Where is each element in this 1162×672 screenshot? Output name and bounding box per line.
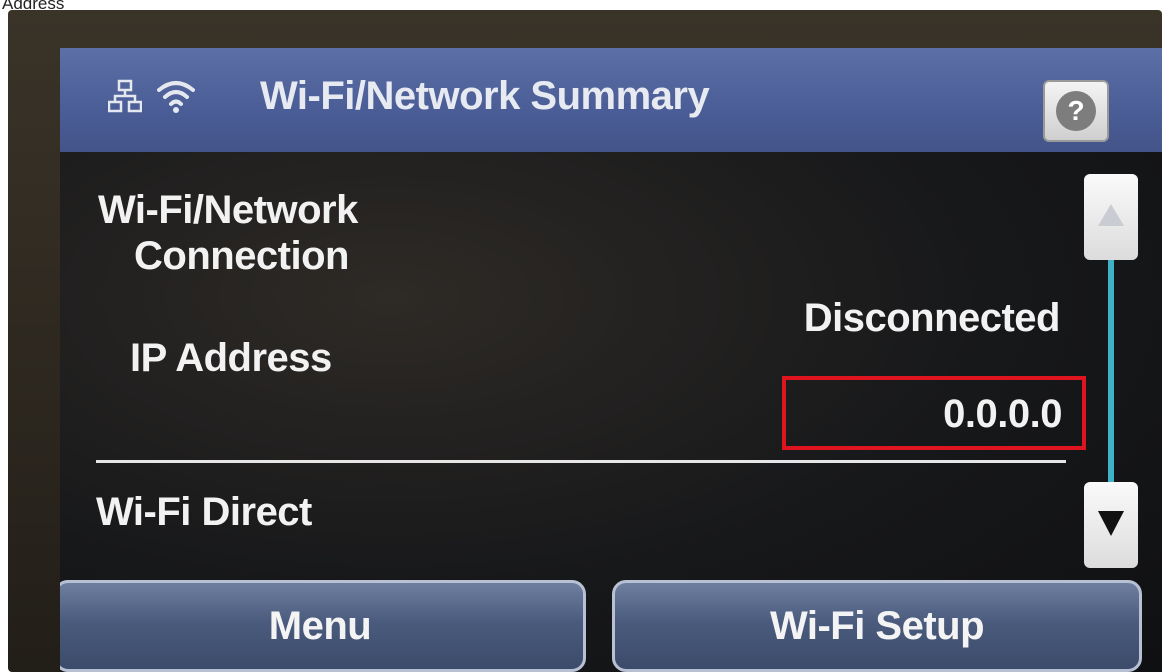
scroll-down-button[interactable] — [1084, 482, 1138, 568]
scroll-up-button[interactable] — [1084, 174, 1138, 260]
lcd-screen: Wi-Fi/Network Summary ? Wi-Fi/Network Co… — [60, 48, 1162, 672]
menu-button[interactable]: Menu — [60, 580, 586, 672]
highlight-box — [782, 376, 1086, 450]
ip-address-label: IP Address — [130, 336, 332, 380]
connection-label-line1: Wi-Fi/Network — [98, 188, 358, 232]
title-bar: Wi-Fi/Network Summary ? — [60, 48, 1162, 152]
scrollbar-track[interactable] — [1108, 258, 1114, 508]
help-icon: ? — [1056, 91, 1096, 131]
page-title: Wi-Fi/Network Summary — [260, 74, 710, 118]
divider — [96, 460, 1066, 463]
title-icons — [107, 78, 196, 119]
network-icon — [107, 79, 143, 118]
connection-label-line2: Connection — [134, 234, 349, 278]
arrow-down-icon — [1096, 508, 1126, 543]
help-button[interactable]: ? — [1043, 80, 1109, 142]
wifi-setup-button[interactable]: Wi-Fi Setup — [612, 580, 1142, 672]
connection-status-value: Disconnected — [803, 296, 1061, 340]
wifi-direct-label[interactable]: Wi-Fi Direct — [96, 490, 312, 535]
arrow-up-icon — [1096, 202, 1126, 233]
wifi-icon — [156, 78, 196, 119]
